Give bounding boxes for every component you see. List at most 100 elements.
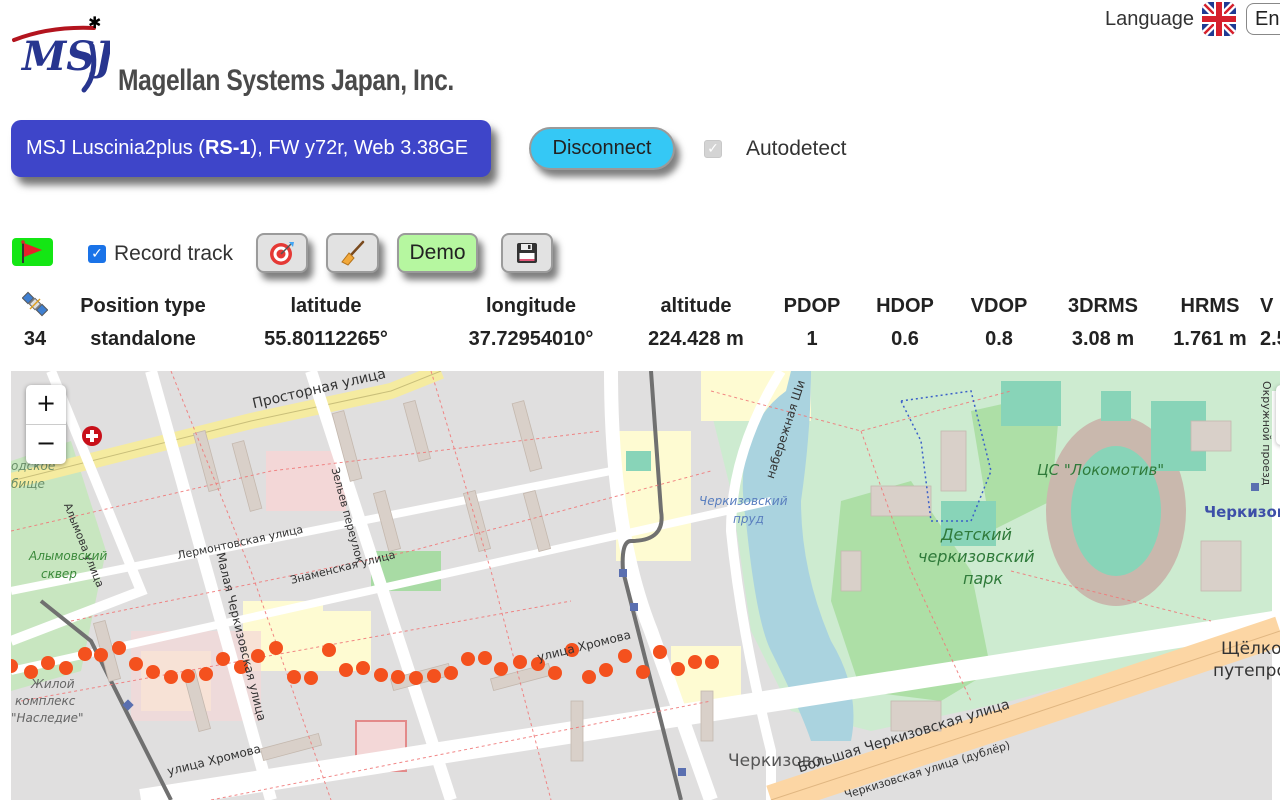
water-label-pond-2: пруд [733,512,764,526]
track-point [164,670,178,684]
park-label-detsky-3: парк [963,569,1004,588]
map-layers-control[interactable] [1276,385,1280,445]
header-altitude: altitude [660,295,732,317]
track-point [582,670,596,684]
park-label-detsky-2: черкизовский [918,547,1035,566]
track-point [78,647,92,661]
track-point [287,670,301,684]
stadium-label-lokomotiv: ЦС "Локомотив" [1037,461,1165,479]
track-point [599,663,613,677]
header-longitude: longitude [486,295,576,317]
target-button[interactable] [256,233,308,273]
position-type-value: standalone [90,327,196,350]
track-point [322,643,336,657]
track-point [461,652,475,666]
record-track-checkbox[interactable]: ✓ [88,245,106,263]
area-label-zhiloy-3: "Наследие" [11,711,84,725]
device-name-suffix: ), FW y72r, Web 3.38GE [250,137,469,159]
position-table-row: 34 standalone 55.80112265° 37.72954010° … [0,323,1280,355]
position-table-header: Position type latitude longitude altitud… [0,290,1280,323]
map-view[interactable]: Просторная улица Алымова улица Лермонтов… [11,371,1280,800]
hospital-marker-icon [82,426,102,446]
header-position-type: Position type [80,295,206,317]
latitude-value: 55.80112265° [264,327,388,350]
track-point [356,661,370,675]
track-point [41,656,55,670]
park-label-detsky-1: Детский [941,525,1012,544]
track-point [653,645,667,659]
altitude-value: 224.428 m [648,327,744,350]
area-label-zhiloy-1: Жилой [31,677,75,691]
record-track-label: Record track [114,242,234,265]
autodetect-label: Autodetect [746,137,847,160]
area-label-cemetery-2: бище [11,477,45,491]
track-point [112,641,126,655]
track-point [444,666,458,680]
track-point [705,655,719,669]
vdop-value: 0.8 [985,327,1013,350]
track-point [374,668,388,682]
clear-track-button[interactable] [326,233,379,273]
position-table: Position type latitude longitude altitud… [0,290,1280,355]
track-point [199,667,213,681]
flag-button[interactable] [12,238,53,266]
track-point [409,671,423,685]
uk-flag-icon[interactable] [1202,2,1236,36]
track-point [94,648,108,662]
msj-logo-mark: MSJ ✱ [12,13,110,93]
record-track-option[interactable]: ✓ Record track [88,242,233,266]
zoom-in-button[interactable]: + [26,385,66,424]
header-hrms: HRMS [1180,295,1240,317]
satellite-count-header [0,290,70,323]
language-label: Language [1105,7,1194,30]
satellite-count: 34 [23,327,47,350]
station-label-cherkizovo: Черкизово [1204,503,1280,521]
map-zoom-control: + − [26,385,66,464]
longitude-value: 37.72954010° [468,327,594,350]
satellite-icon [21,291,49,316]
header-pdop: PDOP [783,295,841,317]
hrms-value: 1.761 m [1173,327,1247,350]
header-latitude: latitude [290,295,362,317]
track-point [129,657,143,671]
zoom-out-button[interactable]: − [26,424,66,463]
track-point [671,662,685,676]
bridge-label-shchelkovsky-2: путепро [1213,661,1280,681]
pdop-value: 1 [806,327,818,350]
3drms-value: 3.08 m [1071,327,1135,350]
track-point [59,661,73,675]
device-name-prefix: MSJ Luscinia2plus ( [26,137,205,159]
autodetect-checkbox[interactable]: ✓ [704,140,722,158]
disconnect-button[interactable]: Disconnect [529,127,675,170]
device-info-badge: MSJ Luscinia2plus (RS-1), FW y72r, Web 3… [11,120,491,177]
track-point [548,666,562,680]
park-label-alymovsky-2: сквер [41,567,77,581]
track-point [304,671,318,685]
demo-button[interactable]: Demo [397,233,478,273]
header-hdop: HDOP [876,295,934,317]
track-point [478,651,492,665]
track-point [339,663,353,677]
svg-text:MSJ: MSJ [20,33,110,80]
area-label-zhiloy-2: комплекс [15,694,76,708]
track-point [688,655,702,669]
save-button[interactable] [501,233,553,273]
svg-text:✱: ✱ [88,13,101,32]
hdop-value: 0.6 [891,327,919,350]
vrms-value: 2.5 [1260,327,1280,350]
track-point [391,670,405,684]
language-selector: Language En [1105,0,1280,38]
autodetect-option[interactable]: ✓ Autodetect [704,137,846,161]
track-point [146,665,160,679]
park-label-alymovsky-1: Алымовский [29,549,108,563]
device-model: RS-1 [204,137,251,159]
map-tiles[interactable] [11,371,1280,800]
track-point [618,649,632,663]
language-dropdown[interactable]: En [1246,3,1280,35]
company-logo: MSJ ✱ Magellan Systems Japan, Inc. [10,12,454,102]
company-name: Magellan Systems Japan, Inc. [118,64,454,97]
track-point [636,665,650,679]
water-label-pond-1: Черкизовский [699,494,788,508]
track-point [494,662,508,676]
bridge-label-shchelkovsky-1: Щёлков [1221,639,1280,659]
